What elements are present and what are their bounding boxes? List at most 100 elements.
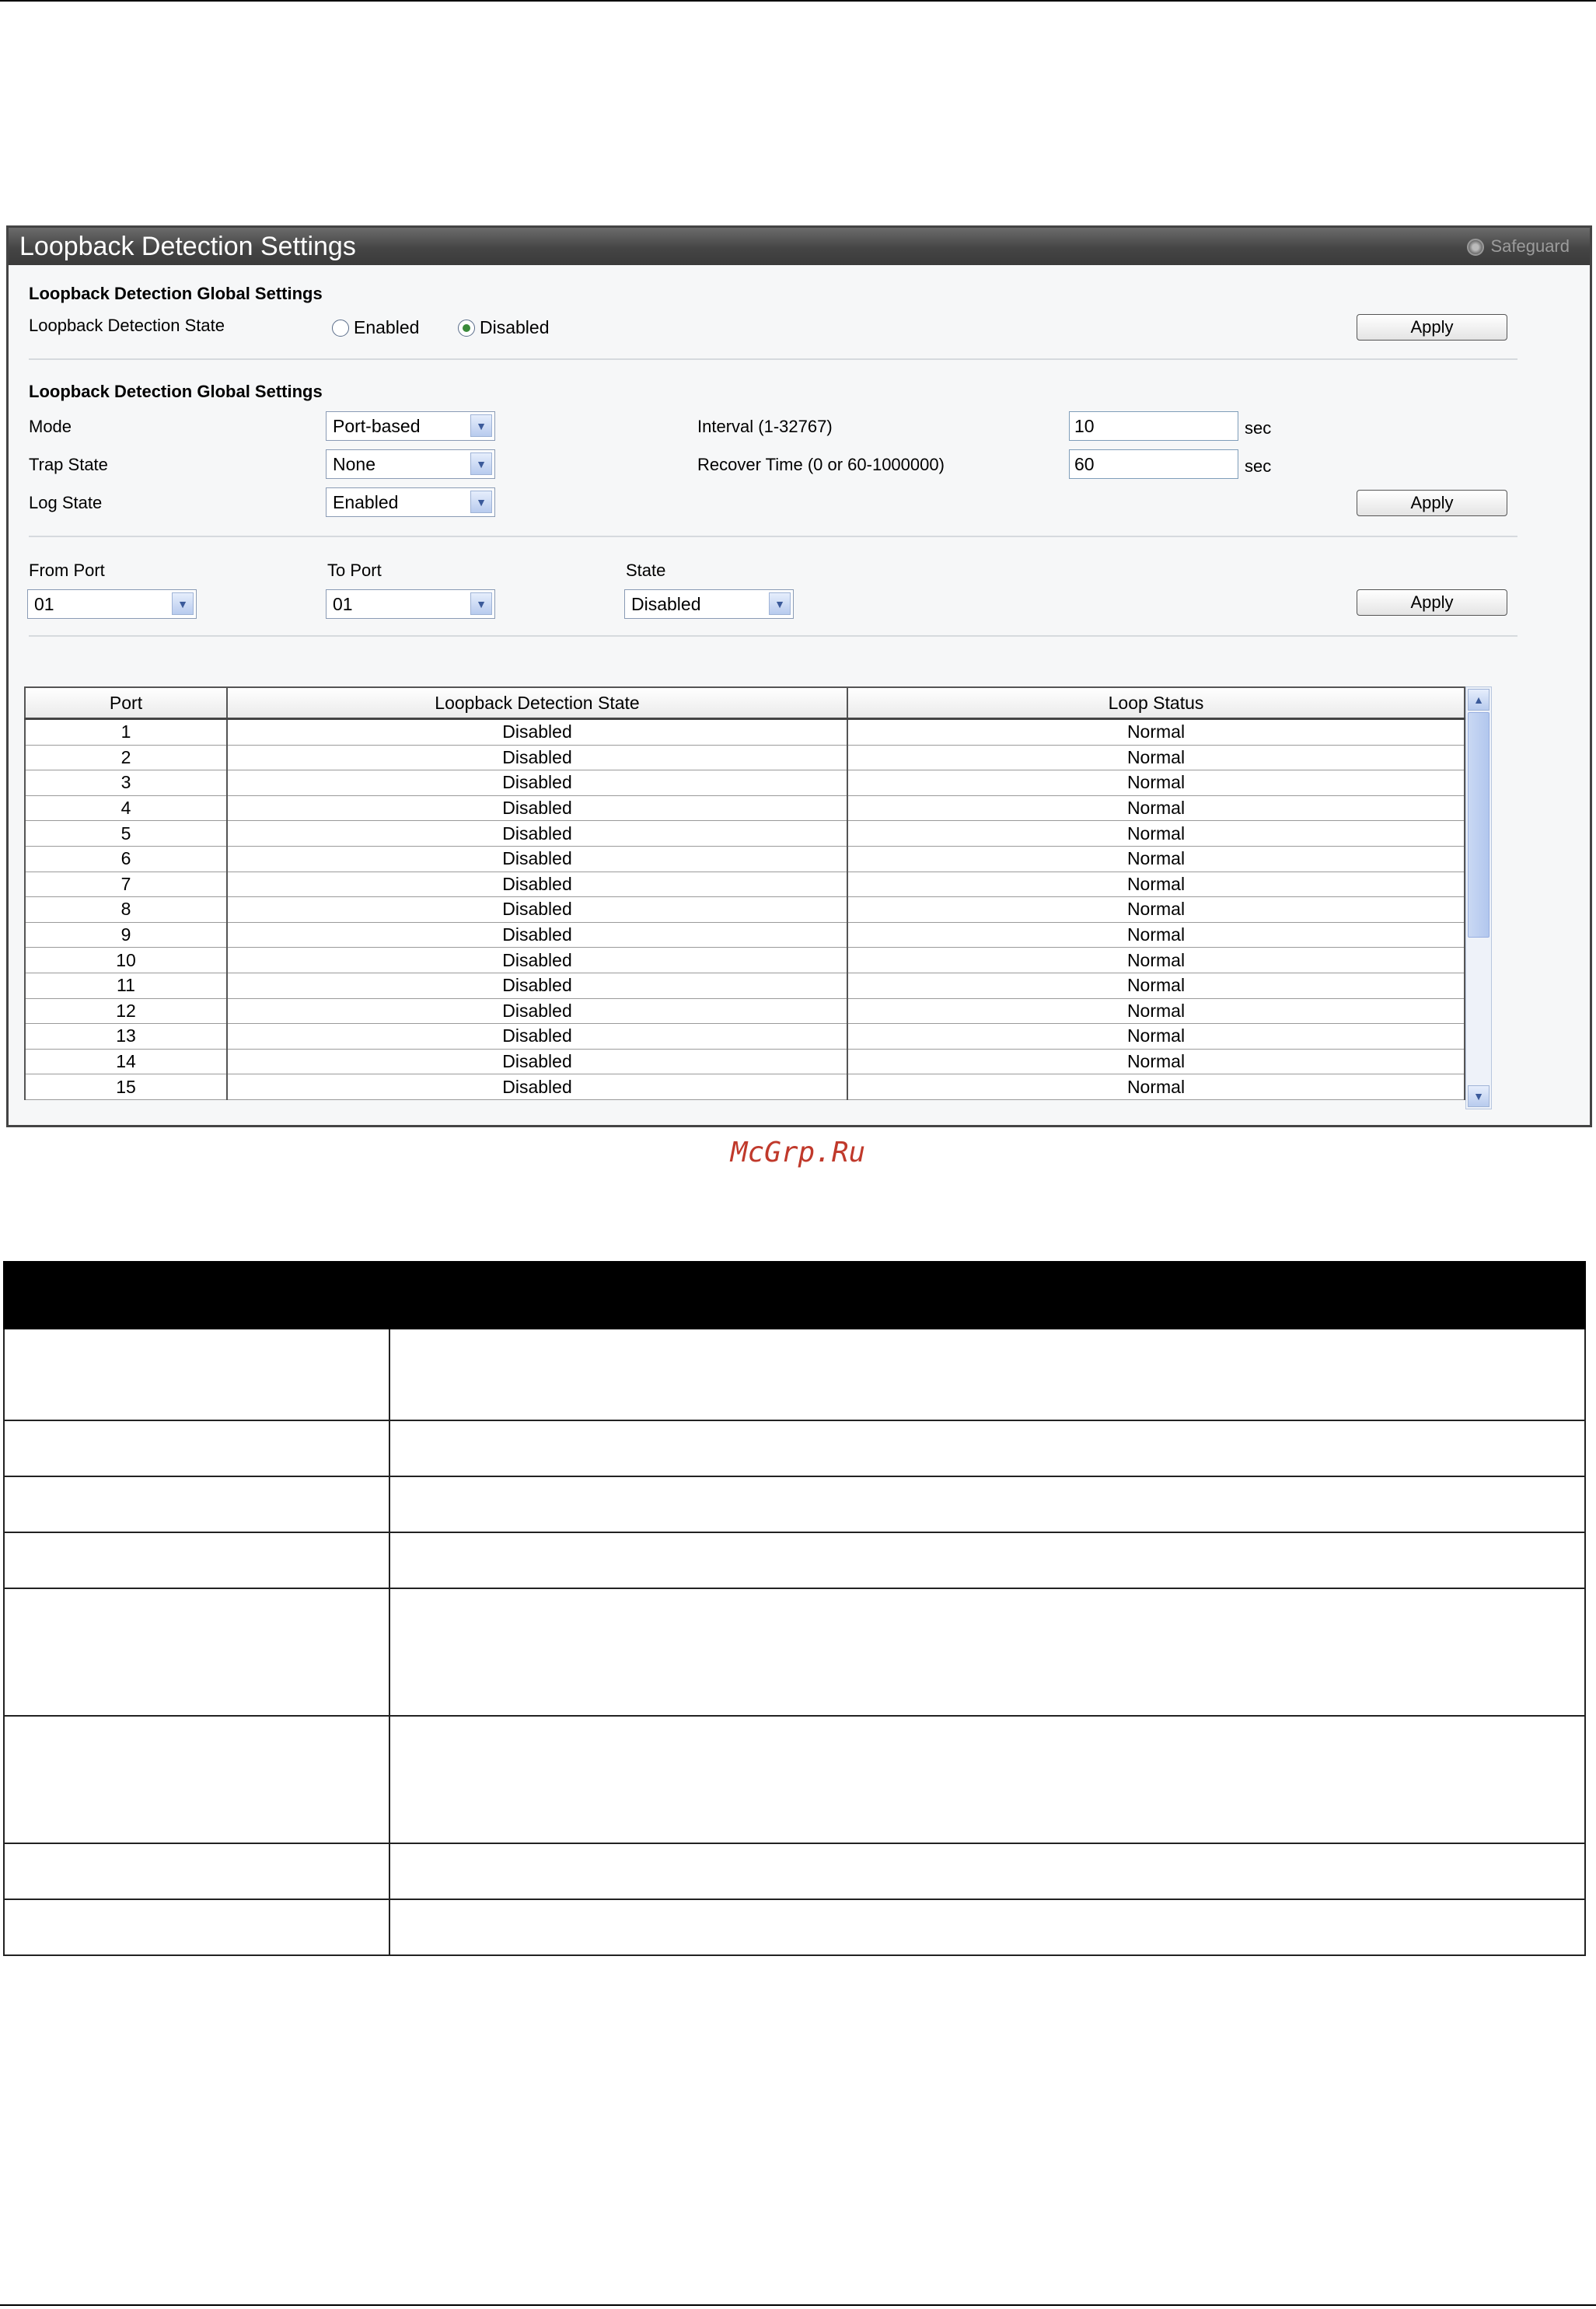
table-row [3, 1588, 1586, 1717]
table-row: 8 Disabled Normal [24, 896, 1465, 923]
port-cell: 4 [24, 795, 228, 822]
column-header-loopback-state: Loopback Detection State [226, 686, 848, 720]
table-row: 11 Disabled Normal [24, 973, 1465, 999]
port-cell: 15 [24, 1074, 228, 1100]
mode-label: Mode [29, 417, 72, 436]
apply-global-state-button[interactable]: Apply [1357, 314, 1507, 341]
desc-header-parameter [3, 1261, 390, 1329]
chevron-up-icon[interactable]: ▲ [1468, 689, 1489, 711]
mode-select-value: Port-based [333, 416, 421, 436]
table-row: 4 Disabled Normal [24, 795, 1465, 822]
recover-time-input[interactable]: 60 [1069, 449, 1238, 479]
global-state-section-title: Loopback Detection Global Settings [29, 284, 323, 303]
loop-status-cell: Normal [847, 846, 1465, 872]
port-cell: 9 [24, 922, 228, 948]
loop-status-cell: Normal [847, 795, 1465, 822]
radio-enabled-icon[interactable] [332, 320, 349, 337]
table-row: 1 Disabled Normal [24, 718, 1465, 746]
radio-disabled-label: Disabled [480, 317, 550, 337]
apply-port-settings-button[interactable]: Apply [1357, 589, 1507, 616]
from-port-select[interactable]: 01 ▼ [27, 589, 197, 619]
safeguard-label: Safeguard [1490, 236, 1570, 256]
loop-status-cell: Normal [847, 770, 1465, 796]
column-header-loop-status: Loop Status [847, 686, 1465, 720]
table-row: 15 Disabled Normal [24, 1074, 1465, 1100]
port-cell: 7 [24, 872, 228, 898]
loopback-state-cell: Disabled [226, 896, 848, 923]
loop-status-cell: Normal [847, 922, 1465, 948]
state-label: State [626, 561, 666, 580]
radio-enabled[interactable]: Enabled [332, 317, 419, 338]
to-port-select[interactable]: 01 ▼ [326, 589, 495, 619]
table-row: 5 Disabled Normal [24, 820, 1465, 847]
table-row: 13 Disabled Normal [24, 1023, 1465, 1050]
port-cell: 14 [24, 1049, 228, 1075]
loopback-state-cell: Disabled [226, 718, 848, 746]
loop-status-cell: Normal [847, 1049, 1465, 1075]
loopback-state-cell: Disabled [226, 745, 848, 771]
panel-title: Loopback Detection Settings [19, 232, 356, 261]
radio-disabled-icon[interactable] [458, 320, 475, 337]
loop-status-cell: Normal [847, 820, 1465, 847]
panel-header: Loopback Detection Settings Safeguard [9, 228, 1590, 265]
chevron-down-icon[interactable]: ▼ [769, 592, 791, 615]
log-state-label: Log State [29, 493, 103, 512]
port-cell: 10 [24, 947, 228, 973]
loopback-state-label: Loopback Detection State [29, 316, 225, 335]
loop-status-cell: Normal [847, 1074, 1465, 1100]
chevron-down-icon[interactable]: ▼ [470, 452, 492, 475]
chevron-down-icon[interactable]: ▼ [1468, 1085, 1489, 1107]
chevron-down-icon[interactable]: ▼ [470, 592, 492, 615]
loopback-state-cell: Disabled [226, 922, 848, 948]
table-row [3, 1420, 1586, 1477]
table-row: 14 Disabled Normal [24, 1049, 1465, 1075]
desc-header-description [389, 1261, 1586, 1329]
interval-input[interactable]: 10 [1069, 411, 1238, 441]
port-cell: 6 [24, 846, 228, 872]
divider [29, 536, 1517, 537]
loop-status-cell: Normal [847, 973, 1465, 999]
loopback-state-cell: Disabled [226, 872, 848, 898]
chevron-down-icon[interactable]: ▼ [470, 414, 492, 437]
mode-select[interactable]: Port-based ▼ [326, 411, 495, 441]
port-cell: 12 [24, 998, 228, 1025]
loop-status-cell: Normal [847, 745, 1465, 771]
chevron-down-icon[interactable]: ▼ [172, 592, 194, 615]
divider [29, 635, 1517, 637]
trap-state-label: Trap State [29, 455, 108, 474]
parameter-description-table [3, 1261, 1586, 1956]
trap-state-select[interactable]: None ▼ [326, 449, 495, 479]
radio-disabled[interactable]: Disabled [458, 317, 550, 338]
chevron-down-icon[interactable]: ▼ [470, 491, 492, 513]
state-select[interactable]: Disabled ▼ [624, 589, 794, 619]
port-cell: 2 [24, 745, 228, 771]
table-row [3, 1532, 1586, 1589]
table-row [3, 1899, 1586, 1956]
loopback-state-cell: Disabled [226, 998, 848, 1025]
log-state-select[interactable]: Enabled ▼ [326, 487, 495, 517]
loopback-state-cell: Disabled [226, 770, 848, 796]
global-settings-section-title: Loopback Detection Global Settings [29, 382, 323, 401]
trap-state-select-value: None [333, 454, 375, 474]
interval-unit: sec [1245, 418, 1272, 438]
column-header-port: Port [24, 686, 228, 720]
loop-status-cell: Normal [847, 1023, 1465, 1050]
port-cell: 13 [24, 1023, 228, 1050]
scrollbar-thumb[interactable] [1468, 712, 1489, 938]
loopback-detection-panel: Loopback Detection Settings Safeguard Lo… [6, 225, 1592, 1127]
apply-global-settings-button[interactable]: Apply [1357, 490, 1507, 516]
table-row: 7 Disabled Normal [24, 872, 1465, 898]
table-scrollbar[interactable]: ▲ ▼ [1465, 686, 1492, 1109]
loopback-state-cell: Disabled [226, 820, 848, 847]
loopback-state-cell: Disabled [226, 1023, 848, 1050]
loop-status-cell: Normal [847, 872, 1465, 898]
to-port-label: To Port [327, 561, 382, 580]
top-rule [0, 0, 1596, 2]
table-row: 10 Disabled Normal [24, 947, 1465, 973]
loopback-state-cell: Disabled [226, 973, 848, 999]
from-port-label: From Port [29, 561, 105, 580]
safeguard-indicator-icon [1467, 239, 1485, 257]
port-status-table: Port Loopback Detection State Loop Statu… [24, 686, 1465, 1100]
interval-label: Interval (1-32767) [697, 417, 833, 436]
loopback-state-cell: Disabled [226, 947, 848, 973]
